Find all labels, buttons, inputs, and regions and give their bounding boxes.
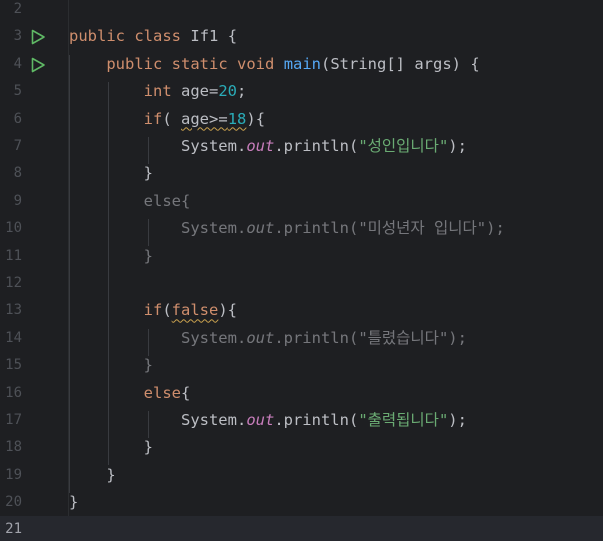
line-number[interactable]: 5 (0, 78, 22, 105)
line-number[interactable]: 21 (0, 516, 22, 541)
code-line-19[interactable]: 19 } (0, 462, 603, 489)
code-text: if( age>=18){ (143, 109, 266, 128)
code-line-13[interactable]: 13 if(false){ (0, 297, 603, 324)
line-number[interactable]: 14 (0, 325, 22, 352)
code-line-8[interactable]: 8 } (0, 160, 603, 187)
code-text: System.out.println("미성년자 입니다"); (180, 219, 505, 238)
code-line-18[interactable]: 18 } (0, 434, 603, 461)
code-text: public class If1 { (69, 27, 238, 46)
code-line-10[interactable]: 10 System.out.println("미성년자 입니다"); (0, 215, 603, 242)
warning-underline: age>=18 (181, 109, 247, 128)
line-number[interactable]: 18 (0, 434, 22, 461)
code-text: System.out.println("성인입니다"); (180, 137, 467, 155)
line-number[interactable]: 12 (0, 270, 22, 297)
code-text: if(false){ (143, 301, 238, 320)
warning-underline: false (171, 301, 219, 320)
code-line-2[interactable]: 2 (0, 0, 603, 23)
code-text: } (143, 164, 153, 183)
code-line-15[interactable]: 15 } (0, 352, 603, 379)
code-line-4[interactable]: 4 public static void main(String[] args)… (0, 51, 603, 78)
code-text: } (143, 438, 153, 457)
code-text: System.out.println("틀렸습니다"); (180, 328, 467, 347)
code-editor[interactable]: 2 3 public class If1 { 4 public static v… (0, 0, 603, 541)
line-number[interactable]: 4 (0, 51, 22, 78)
code-text: } (106, 465, 116, 484)
line-number[interactable]: 19 (0, 462, 22, 489)
line-number[interactable]: 2 (0, 0, 22, 23)
line-number[interactable]: 7 (0, 133, 22, 160)
line-number[interactable]: 17 (0, 407, 22, 434)
line-number[interactable]: 20 (0, 489, 22, 516)
code-line-5[interactable]: 5 int age=20; (0, 78, 603, 105)
code-text: else{ (143, 383, 191, 402)
code-line-12[interactable]: 12 (0, 270, 603, 297)
code-text: public static void main(String[] args) { (106, 54, 480, 73)
code-text: else{ (143, 191, 191, 210)
code-line-6[interactable]: 6 if( age>=18){ (0, 106, 603, 133)
code-line-7[interactable]: 7 System.out.println("성인입니다"); (0, 133, 603, 160)
run-main-icon[interactable] (30, 57, 46, 73)
code-line-16[interactable]: 16 else{ (0, 380, 603, 407)
code-text: } (143, 356, 153, 375)
line-number[interactable]: 3 (0, 23, 22, 50)
code-text: System.out.println("출력됩니다"); (180, 411, 467, 429)
code-line-17[interactable]: 17 System.out.println("출력됩니다"); (0, 407, 603, 434)
code-line-14[interactable]: 14 System.out.println("틀렸습니다"); (0, 325, 603, 352)
code-line-3[interactable]: 3 public class If1 { (0, 23, 603, 50)
line-number[interactable]: 9 (0, 188, 22, 215)
line-number[interactable]: 6 (0, 106, 22, 133)
code-text: } (69, 493, 79, 512)
code-text: } (143, 246, 153, 265)
code-line-20[interactable]: 20 } (0, 489, 603, 516)
line-number[interactable]: 10 (0, 215, 22, 242)
line-number[interactable]: 16 (0, 380, 22, 407)
line-number[interactable]: 8 (0, 160, 22, 187)
code-line-9[interactable]: 9 else{ (0, 188, 603, 215)
code-line-21-current[interactable]: 21 (0, 515, 603, 541)
run-class-icon[interactable] (30, 29, 46, 45)
code-line-11[interactable]: 11 } (0, 243, 603, 270)
line-number[interactable]: 13 (0, 297, 22, 324)
line-number[interactable]: 11 (0, 243, 22, 270)
line-number[interactable]: 15 (0, 352, 22, 379)
code-text: int age=20; (143, 82, 247, 101)
